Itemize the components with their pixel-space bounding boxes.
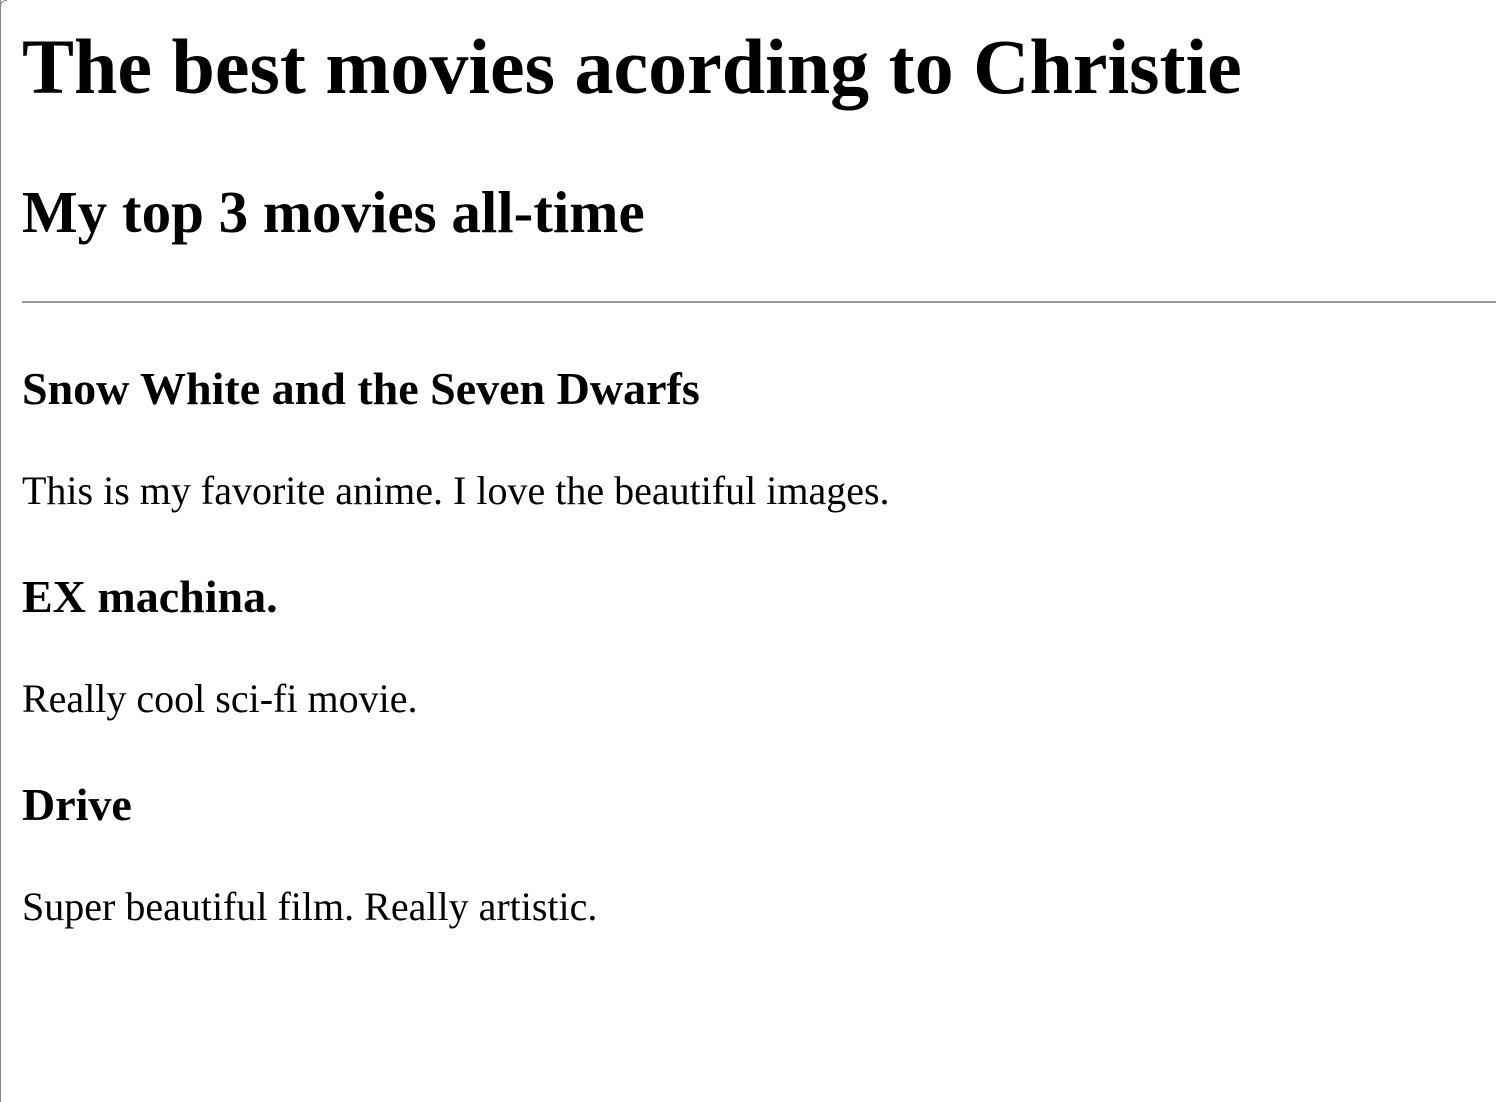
window-corner	[0, 0, 7, 7]
movie-description-snow-white: This is my favorite anime. I love the be…	[22, 468, 890, 513]
movie-description-ex-machina: Really cool sci-fi movie.	[22, 676, 418, 721]
section-divider	[22, 301, 1496, 303]
movie-title-drive: Drive	[22, 779, 132, 830]
movie-title-snow-white: Snow White and the Seven Dwarfs	[22, 363, 700, 414]
page-subtitle: My top 3 movies all-time	[22, 179, 645, 245]
movie-description-drive: Super beautiful film. Really artistic.	[22, 884, 598, 929]
window-left-border	[0, 0, 1, 1102]
movie-title-ex-machina: EX machina.	[22, 571, 278, 622]
page-title: The best movies acording to Christie	[22, 23, 1242, 110]
